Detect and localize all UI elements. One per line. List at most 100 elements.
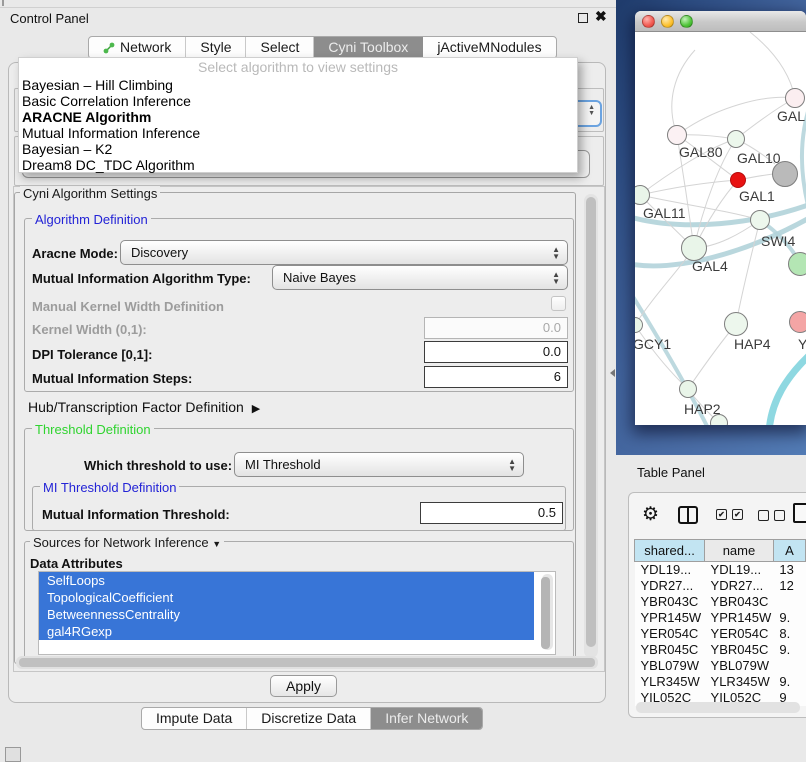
minimized-panel-icon[interactable]: [5, 747, 21, 762]
network-node[interactable]: [679, 380, 697, 398]
collapse-down-icon: ▼: [212, 539, 221, 549]
node-label-gal10: GAL10: [737, 150, 781, 166]
apply-button[interactable]: Apply: [270, 675, 337, 697]
table-panel-title: Table Panel: [637, 465, 705, 480]
algorithm-option-aracne-algorithm[interactable]: ARACNE Algorithm: [19, 109, 577, 125]
network-node[interactable]: [789, 311, 806, 333]
minimize-traffic-light-icon[interactable]: [661, 15, 674, 28]
tab-discretize-data[interactable]: Discretize Data: [247, 708, 371, 729]
mi-steps-input[interactable]: 6: [424, 366, 568, 388]
algorithm-option-mutual-information-inference[interactable]: Mutual Information Inference: [19, 125, 577, 141]
checked-box-icon[interactable]: ✔: [716, 509, 727, 520]
control-panel-titlebar: [0, 7, 616, 31]
node-table-header[interactable]: shared...nameA: [635, 540, 806, 562]
column-header-a[interactable]: A: [773, 540, 805, 562]
split-columns-icon[interactable]: [678, 506, 698, 524]
node-label-gal80: GAL80: [679, 144, 723, 160]
settings-horizontal-scrollbar-thumb[interactable]: [19, 658, 595, 667]
unchecked-box-icon[interactable]: [774, 510, 785, 521]
spinner-arrows-icon: ▲▼: [552, 271, 560, 285]
tab-jactivemnodules[interactable]: jActiveMNodules: [423, 37, 555, 58]
close-icon[interactable]: ✖: [595, 8, 607, 25]
table-row[interactable]: YBL079WYBL079W: [635, 658, 806, 674]
algorithm-option-bayesian-k2[interactable]: Bayesian – K2: [19, 141, 577, 157]
attribute-item-betweennesscentrality[interactable]: BetweennessCentrality: [39, 606, 534, 623]
mi-threshold-input[interactable]: 0.5: [420, 502, 563, 524]
attribute-item-selfloops[interactable]: SelfLoops: [39, 572, 534, 589]
node-label-hap2: HAP2: [684, 401, 721, 417]
tab-cyni-toolbox[interactable]: Cyni Toolbox: [314, 37, 423, 58]
algorithm-option-basic-correlation-inference[interactable]: Basic Correlation Inference: [19, 93, 577, 109]
mi-algorithm-type-label: Mutual Information Algorithm Type:: [32, 271, 251, 286]
tab-style[interactable]: Style: [186, 37, 246, 58]
cyni-algorithm-settings-label: Cyni Algorithm Settings: [20, 186, 160, 201]
sources-label[interactable]: Sources for Network Inference ▼: [30, 535, 224, 550]
network-canvas[interactable]: GALGAL80GAL10GAL1GAL11SWI4GAL4GCY1HAP4YH…: [635, 32, 806, 425]
node-table[interactable]: shared...nameA YDL19...YDL19...13YDR27..…: [634, 539, 806, 706]
network-node[interactable]: [724, 312, 748, 336]
mi-threshold-definition-label: MI Threshold Definition: [40, 480, 179, 495]
tab-impute-data[interactable]: Impute Data: [142, 708, 247, 729]
algorithm-option-dream8-dc-tdc-algorithm[interactable]: Dream8 DC_TDC Algorithm: [19, 157, 577, 173]
kernel-width-input[interactable]: 0.0: [424, 317, 568, 339]
network-node[interactable]: [667, 125, 687, 145]
float-window-icon[interactable]: [578, 13, 588, 23]
attribute-item-topologicalcoefficient[interactable]: TopologicalCoefficient: [39, 589, 534, 606]
network-node[interactable]: [730, 172, 746, 188]
gear-icon[interactable]: ⚙: [642, 505, 659, 524]
manual-kernel-width-checkbox[interactable]: [551, 296, 566, 311]
list-scrollbar[interactable]: [542, 574, 553, 650]
splitter-collapse-icon[interactable]: [610, 369, 615, 377]
algorithm-option-bayesian-hill-climbing[interactable]: Bayesian – Hill Climbing: [19, 77, 577, 93]
which-threshold-select[interactable]: MI Threshold▲▼: [234, 452, 524, 477]
spinner-arrows-icon: ▲▼: [588, 105, 595, 117]
attribute-item-gal4rgexp[interactable]: gal4RGexp: [39, 623, 534, 640]
spinner-arrows-icon: ▲▼: [508, 458, 516, 472]
table-row[interactable]: YER054CYER054C8.: [635, 626, 806, 642]
table-row[interactable]: YBR043CYBR043C: [635, 594, 806, 610]
mi-threshold-label: Mutual Information Threshold:: [42, 507, 230, 522]
kernel-width-label: Kernel Width (0,1):: [32, 322, 147, 337]
settings-vertical-scrollbar-thumb[interactable]: [586, 197, 596, 647]
tab-network[interactable]: Network: [89, 37, 186, 58]
node-label-gcy1: GCY1: [635, 336, 671, 352]
algorithm-dropdown-placeholder: Select algorithm to view settings: [19, 58, 577, 77]
table-horizontal-scrollbar[interactable]: [636, 702, 800, 713]
network-window-titlebar[interactable]: [635, 11, 806, 32]
document-icon[interactable]: [793, 503, 806, 523]
hub-definition-expander[interactable]: Hub/Transcription Factor Definition▶: [28, 399, 260, 415]
network-node[interactable]: [750, 210, 770, 230]
data-attributes-list[interactable]: SelfLoopsTopologicalCoefficientBetweenne…: [38, 571, 556, 655]
unchecked-box-icon[interactable]: [758, 510, 769, 521]
table-row[interactable]: YBR045CYBR045C9.: [635, 642, 806, 658]
column-header-shared[interactable]: shared...: [635, 540, 705, 562]
node-label-y: Y: [798, 336, 806, 352]
column-header-name[interactable]: name: [705, 540, 774, 562]
table-row[interactable]: YLR345WYLR345W9.: [635, 674, 806, 690]
checked-box-icon[interactable]: ✔: [732, 509, 743, 520]
network-node[interactable]: [727, 130, 745, 148]
node-label-gal11: GAL11: [643, 205, 686, 221]
mi-algorithm-type-select[interactable]: Naive Bayes▲▼: [272, 265, 568, 290]
tab-infer-network[interactable]: Infer Network: [371, 708, 482, 729]
aracne-mode-select[interactable]: Discovery▲▼: [120, 240, 568, 265]
spinner-arrows-icon: ▲▼: [552, 246, 560, 260]
list-scrollbar-thumb[interactable]: [541, 577, 550, 649]
dpi-tolerance-label: DPI Tolerance [0,1]:: [32, 347, 152, 362]
table-row[interactable]: YDR27...YDR27...12: [635, 578, 806, 594]
dpi-tolerance-input[interactable]: 0.0: [424, 341, 568, 363]
control-panel: Control Panel ✖ NetworkStyleSelectCyni T…: [0, 0, 616, 762]
network-node[interactable]: [788, 252, 806, 276]
algorithm-dropdown-list[interactable]: Select algorithm to view settings Bayesi…: [18, 57, 578, 173]
table-row[interactable]: YDL19...YDL19...13: [635, 562, 806, 578]
manual-kernel-width-label: Manual Kernel Width Definition: [32, 299, 224, 314]
desktop-background: GALGAL80GAL10GAL1GAL11SWI4GAL4GCY1HAP4YH…: [616, 0, 806, 455]
tab-select[interactable]: Select: [246, 37, 314, 58]
aracne-mode-label: Aracne Mode:: [32, 246, 118, 261]
control-panel-tabs: NetworkStyleSelectCyni ToolboxjActiveMNo…: [88, 36, 557, 59]
node-label-gal4: GAL4: [692, 258, 728, 274]
zoom-traffic-light-icon[interactable]: [680, 15, 693, 28]
table-row[interactable]: YPR145WYPR145W9.: [635, 610, 806, 626]
network-node[interactable]: [785, 88, 805, 108]
close-traffic-light-icon[interactable]: [642, 15, 655, 28]
